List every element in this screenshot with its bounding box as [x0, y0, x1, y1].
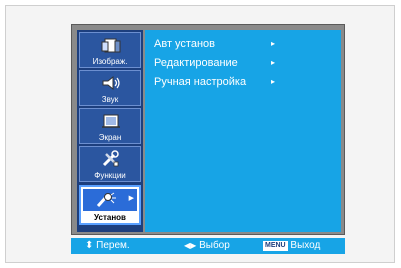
sidebar-item-picture[interactable]: Изображ. — [79, 32, 141, 68]
setup-arrow-icon: ▶ — [128, 195, 134, 202]
sidebar-item-label: Изображ. — [92, 57, 128, 66]
chevron-right-icon: ▸ — [271, 58, 276, 67]
menu-item-label: Редактирование — [154, 57, 238, 69]
sidebar-item-functions[interactable]: Функции — [79, 146, 141, 182]
sidebar-item-label: Звук — [101, 95, 119, 104]
menu-item-label: Ручная настройка — [154, 76, 247, 88]
menu-item-edit[interactable]: Редактирование ▸ — [154, 56, 275, 70]
hint-select: ◀▶ Выбор — [184, 239, 230, 253]
osd-window: Изображ. Звук Экран Функции ▶ Установ Ав… — [71, 24, 345, 235]
sound-icon — [102, 75, 120, 91]
menu-panel: Авт установ ▸ Редактирование ▸ Ручная на… — [145, 30, 341, 232]
hint-exit-label: Выход — [290, 240, 321, 251]
sidebar-item-setup[interactable]: ▶ Установ — [79, 185, 141, 225]
setup-icon — [96, 192, 116, 208]
hint-select-label: Выбор — [199, 240, 230, 251]
chevron-right-icon: ▸ — [271, 77, 276, 86]
picture-icon — [101, 38, 121, 53]
status-bar: ⬍ Перем. ◀▶ Выбор MENU Выход — [71, 238, 345, 254]
chevron-right-icon: ▸ — [271, 39, 276, 48]
sidebar: Изображ. Звук Экран Функции ▶ Установ — [77, 30, 143, 232]
sidebar-item-screen[interactable]: Экран — [79, 108, 141, 144]
screen-icon — [102, 114, 120, 128]
hint-move-label: Перем. — [96, 240, 130, 251]
hint-exit: MENU Выход — [263, 239, 320, 253]
sidebar-item-sound[interactable]: Звук — [79, 70, 141, 106]
menu-item-manual-tuning[interactable]: Ручная настройка ▸ — [154, 75, 275, 89]
functions-icon — [102, 150, 119, 167]
sidebar-item-label: Установ — [94, 213, 126, 222]
sidebar-item-label: Функции — [94, 171, 126, 180]
sidebar-item-label: Экран — [98, 133, 122, 142]
hint-move: ⬍ Перем. — [85, 239, 130, 253]
menu-item-auto-setup[interactable]: Авт установ ▸ — [154, 37, 275, 51]
menu-item-label: Авт установ — [154, 38, 215, 50]
left-right-arrows-icon: ◀▶ — [184, 241, 197, 250]
up-down-arrows-icon: ⬍ — [85, 240, 94, 251]
menu-key-icon: MENU — [263, 241, 288, 251]
